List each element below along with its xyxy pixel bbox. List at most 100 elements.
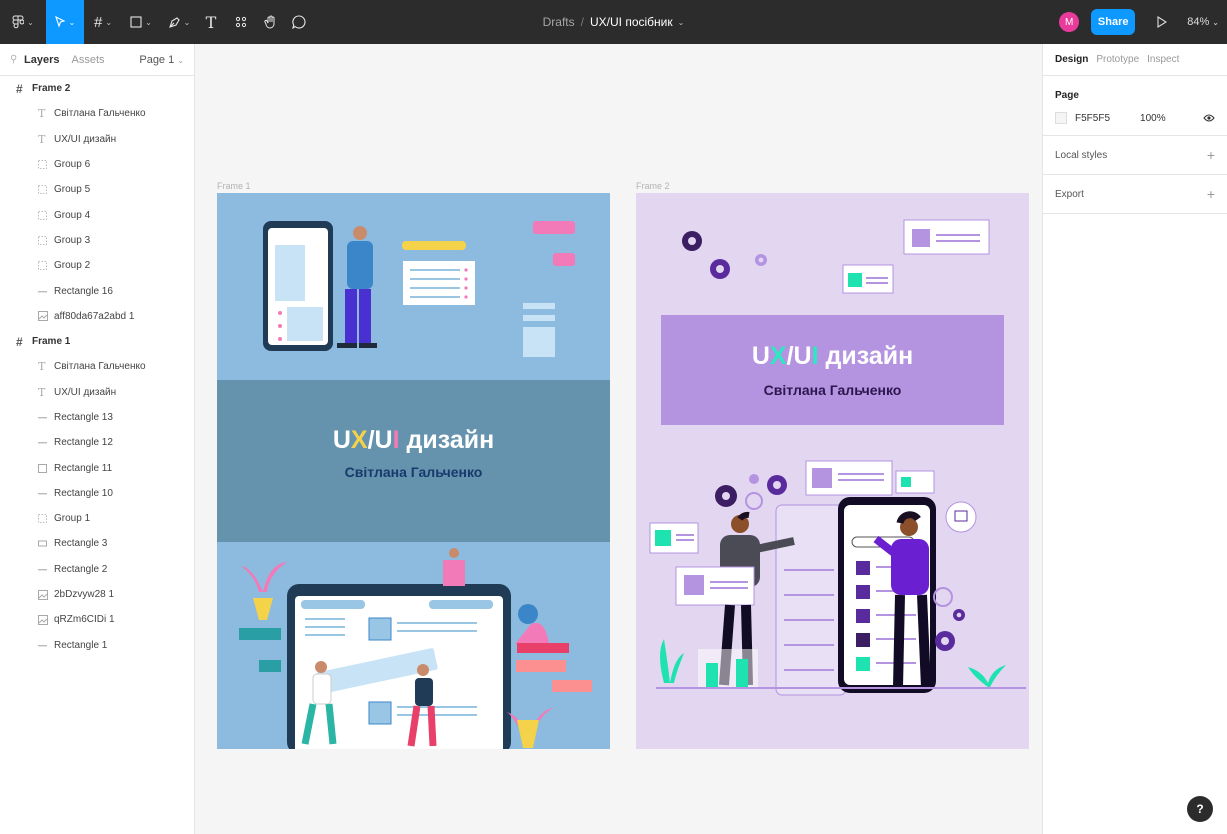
layer-label: UX/UI дизайн xyxy=(54,386,117,398)
local-styles-section: Local styles + xyxy=(1043,136,1227,175)
layer-frame[interactable]: # Frame 2 xyxy=(0,76,194,101)
layer-label: Rectangle 12 xyxy=(54,437,113,449)
layer-item[interactable]: Group 4 xyxy=(0,202,194,227)
frame1-label[interactable]: Frame 1 xyxy=(217,181,251,191)
line-icon xyxy=(38,489,54,498)
comment-tool-button[interactable] xyxy=(284,0,314,44)
layer-label: 2bDzvyw28 1 xyxy=(54,589,115,601)
text-t-icon: T xyxy=(38,385,46,399)
page-opacity-value[interactable]: 100% xyxy=(1140,113,1166,124)
figma-logo-icon xyxy=(12,15,25,29)
layer-item[interactable]: T UX/UI дизайн xyxy=(0,380,194,405)
frame1-title[interactable]: UX/UI дизайн xyxy=(217,426,610,455)
text-tool-button[interactable]: T xyxy=(198,0,224,44)
page-selector[interactable]: Page 1 ⌄ xyxy=(139,54,184,66)
zoom-dropdown[interactable]: 84% ⌄ xyxy=(1187,16,1219,28)
layer-label: Rectangle 10 xyxy=(54,487,113,499)
tab-design[interactable]: Design xyxy=(1055,54,1088,65)
frame2-label[interactable]: Frame 2 xyxy=(636,181,670,191)
layer-item[interactable]: T Світлана Гальченко xyxy=(0,354,194,379)
text-t-icon: T xyxy=(205,12,217,32)
layer-item[interactable]: Group 1 xyxy=(0,506,194,531)
layer-item[interactable]: Group 5 xyxy=(0,177,194,202)
layer-item[interactable]: Group 6 xyxy=(0,152,194,177)
rectangle-icon xyxy=(38,539,54,548)
frame-tool-button[interactable]: # ⌄ xyxy=(84,0,122,44)
resources-button[interactable] xyxy=(224,0,258,44)
layer-item[interactable]: Rectangle 1 xyxy=(0,633,194,658)
layer-label: Group 4 xyxy=(54,209,91,221)
chevron-down-icon: ⌄ xyxy=(177,55,184,65)
layer-item[interactable]: Rectangle 10 xyxy=(0,481,194,506)
tab-inspect[interactable]: Inspect xyxy=(1147,54,1179,65)
layer-item[interactable]: T Світлана Гальченко xyxy=(0,101,194,126)
layer-label: Frame 1 xyxy=(32,336,71,348)
layers-list: # Frame 2 T Світлана Гальченко T UX/UI дизайн… xyxy=(0,76,194,658)
main-menu-button[interactable]: ⌄ xyxy=(0,0,46,44)
frame2-author[interactable]: Світлана Гальченко xyxy=(661,382,1004,398)
chevron-down-icon: ⌄ xyxy=(27,17,34,27)
frame1-author[interactable]: Світлана Гальченко xyxy=(217,464,610,480)
breadcrumb-drafts[interactable]: Drafts xyxy=(543,15,575,29)
layer-item[interactable]: Group 3 xyxy=(0,228,194,253)
layer-item[interactable]: aff80da67a2abd 1 xyxy=(0,304,194,329)
file-name[interactable]: UX/UI посібник xyxy=(590,15,673,29)
layer-item[interactable]: Rectangle 12 xyxy=(0,430,194,455)
frame1-title-band[interactable]: UX/UI дизайн Світлана Гальченко xyxy=(217,380,610,542)
chevron-down-icon: ⌄ xyxy=(68,17,76,27)
tab-layers[interactable]: Layers xyxy=(24,54,59,66)
frame2-title[interactable]: UX/UI дизайн xyxy=(661,342,1004,371)
layer-item[interactable]: Group 2 xyxy=(0,253,194,278)
text-t-icon: T xyxy=(38,360,46,374)
move-tool-button[interactable]: ⌄ xyxy=(46,0,84,44)
image-icon xyxy=(38,311,54,322)
line-icon xyxy=(38,438,54,447)
layer-label: Frame 2 xyxy=(32,83,71,95)
layer-item[interactable]: 2bDzvyw28 1 xyxy=(0,582,194,607)
layer-item[interactable]: T UX/UI дизайн xyxy=(0,127,194,152)
chevron-down-icon[interactable]: ⌄ xyxy=(678,18,685,27)
group-icon xyxy=(38,185,54,195)
layer-item[interactable]: Rectangle 13 xyxy=(0,405,194,430)
color-swatch[interactable] xyxy=(1055,112,1067,124)
layer-label: Rectangle 16 xyxy=(54,285,113,297)
frame2-bottom-illustration xyxy=(649,460,1026,696)
plus-icon[interactable]: + xyxy=(1207,186,1215,202)
title-rest: дизайн xyxy=(818,342,914,370)
layer-label: Rectangle 1 xyxy=(54,639,108,651)
layer-label: Group 5 xyxy=(54,184,91,196)
avatar[interactable]: M xyxy=(1059,12,1080,32)
line-icon xyxy=(38,413,54,422)
frame-1[interactable]: UX/UI дизайн Світлана Гальченко xyxy=(217,193,610,749)
layer-item[interactable]: Rectangle 11 xyxy=(0,455,194,480)
search-icon[interactable]: ⚲ xyxy=(10,54,24,65)
tab-prototype[interactable]: Prototype xyxy=(1096,54,1139,65)
eye-icon[interactable] xyxy=(1203,114,1215,122)
plus-icon[interactable]: + xyxy=(1207,147,1215,163)
layer-item[interactable]: Rectangle 16 xyxy=(0,278,194,303)
left-panel-tabs: ⚲ Layers Assets Page 1 ⌄ xyxy=(0,44,194,76)
tab-assets[interactable]: Assets xyxy=(71,54,104,66)
layer-label: Rectangle 11 xyxy=(54,462,113,474)
toolbar-right: M Share 84% ⌄ xyxy=(1059,0,1227,44)
layer-frame[interactable]: # Frame 1 xyxy=(0,329,194,354)
zoom-level: 84% xyxy=(1187,16,1210,28)
frame-2[interactable]: UX/UI дизайн Світлана Гальченко xyxy=(636,193,1029,749)
help-button[interactable]: ? xyxy=(1187,796,1213,822)
frame1-bottom-illustration xyxy=(239,548,592,749)
hand-tool-button[interactable] xyxy=(258,0,284,44)
shape-tool-button[interactable]: ⌄ xyxy=(122,0,160,44)
comment-bubble-icon xyxy=(292,15,306,29)
frame2-top-illustration xyxy=(682,219,990,294)
page-color-value[interactable]: F5F5F5 xyxy=(1075,113,1110,124)
pen-tool-button[interactable]: ⌄ xyxy=(160,0,198,44)
rectangle-icon xyxy=(38,463,54,473)
layer-label: qRZm6CIDi 1 xyxy=(54,614,115,626)
layer-item[interactable]: Rectangle 2 xyxy=(0,557,194,582)
frame2-title-box[interactable]: UX/UI дизайн Світлана Гальченко xyxy=(661,315,1004,425)
share-button[interactable]: Share xyxy=(1091,9,1136,35)
present-button[interactable] xyxy=(1149,16,1175,28)
layer-label: Group 3 xyxy=(54,234,91,246)
layer-item[interactable]: qRZm6CIDi 1 xyxy=(0,607,194,632)
layer-item[interactable]: Rectangle 3 xyxy=(0,531,194,556)
